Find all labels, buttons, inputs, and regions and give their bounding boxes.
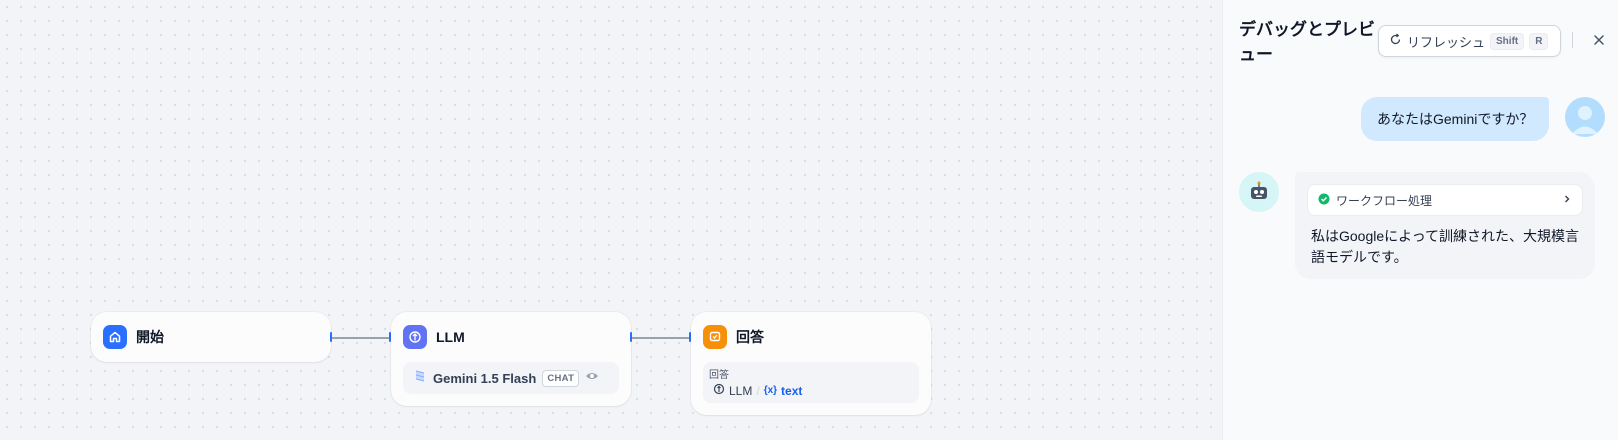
ref-separator: / <box>756 383 760 398</box>
user-avatar <box>1565 97 1605 137</box>
start-node-title: 開始 <box>136 329 164 345</box>
refresh-label: リフレッシュ <box>1407 34 1486 50</box>
home-icon <box>103 325 127 349</box>
user-message: あなたはGeminiですか？ <box>1361 97 1550 141</box>
answer-field-label: 回答 <box>709 370 729 381</box>
edge-start-llm <box>323 337 391 339</box>
header-divider <box>1572 32 1573 48</box>
start-node[interactable]: 開始 <box>91 312 331 362</box>
llm-node-title: LLM <box>436 329 465 345</box>
answer-variable-reference: LLM / {x} text <box>709 383 913 398</box>
success-check-icon <box>1318 193 1330 208</box>
chevron-right-icon <box>1562 193 1572 207</box>
assistant-message: ワークフロー処理 私はGoogleによって訓練された、大規模言語モデルです。 <box>1295 172 1595 279</box>
answer-node[interactable]: 回答 回答 LLM / {x} text <box>691 312 931 415</box>
user-message-text: あなたはGeminiですか？ <box>1377 111 1534 127</box>
shortcut-key-shift: Shift <box>1490 32 1525 50</box>
edge-llm-answer <box>631 337 691 339</box>
workflow-process-label: ワークフロー処理 <box>1336 193 1433 208</box>
llm-ref-icon <box>713 383 725 398</box>
start-source-handle[interactable] <box>330 332 332 342</box>
eye-icon <box>585 369 599 387</box>
llm-node[interactable]: LLM Gemini 1.5 Flash CHAT <box>391 312 631 406</box>
panel-title: デバッグとプレビュー <box>1239 20 1375 64</box>
llm-source-handle[interactable] <box>630 332 632 342</box>
refresh-icon <box>1389 33 1402 49</box>
answer-icon <box>703 325 727 349</box>
model-name: Gemini 1.5 Flash <box>433 370 537 386</box>
shortcut-key-r: R <box>1529 32 1549 50</box>
close-icon[interactable] <box>1589 30 1609 50</box>
model-selector[interactable]: Gemini 1.5 Flash CHAT <box>403 362 619 394</box>
answer-field[interactable]: 回答 LLM / {x} text <box>703 362 919 403</box>
assistant-message-text: 私はGoogleによって訓練された、大規模言語モデルです。 <box>1311 228 1580 265</box>
ref-node-name: LLM <box>729 383 753 398</box>
debug-preview-panel: デバッグとプレビュー リフレッシュ Shift R あなたはGeminiですか？ <box>1222 0 1618 440</box>
workflow-canvas[interactable]: 開始 LLM Gemini 1.5 Flash CHAT 回答 回答 LLM /… <box>0 0 1222 440</box>
workflow-process-toggle[interactable]: ワークフロー処理 <box>1307 184 1583 216</box>
answer-node-title: 回答 <box>736 329 764 345</box>
bot-avatar <box>1239 172 1279 212</box>
variable-icon: {x} <box>763 385 778 396</box>
ref-variable-name: text <box>781 383 803 398</box>
model-mode-badge: CHAT <box>542 369 580 387</box>
refresh-button[interactable]: リフレッシュ Shift R <box>1378 25 1561 57</box>
gemini-model-icon <box>413 369 427 388</box>
llm-icon <box>403 325 427 349</box>
